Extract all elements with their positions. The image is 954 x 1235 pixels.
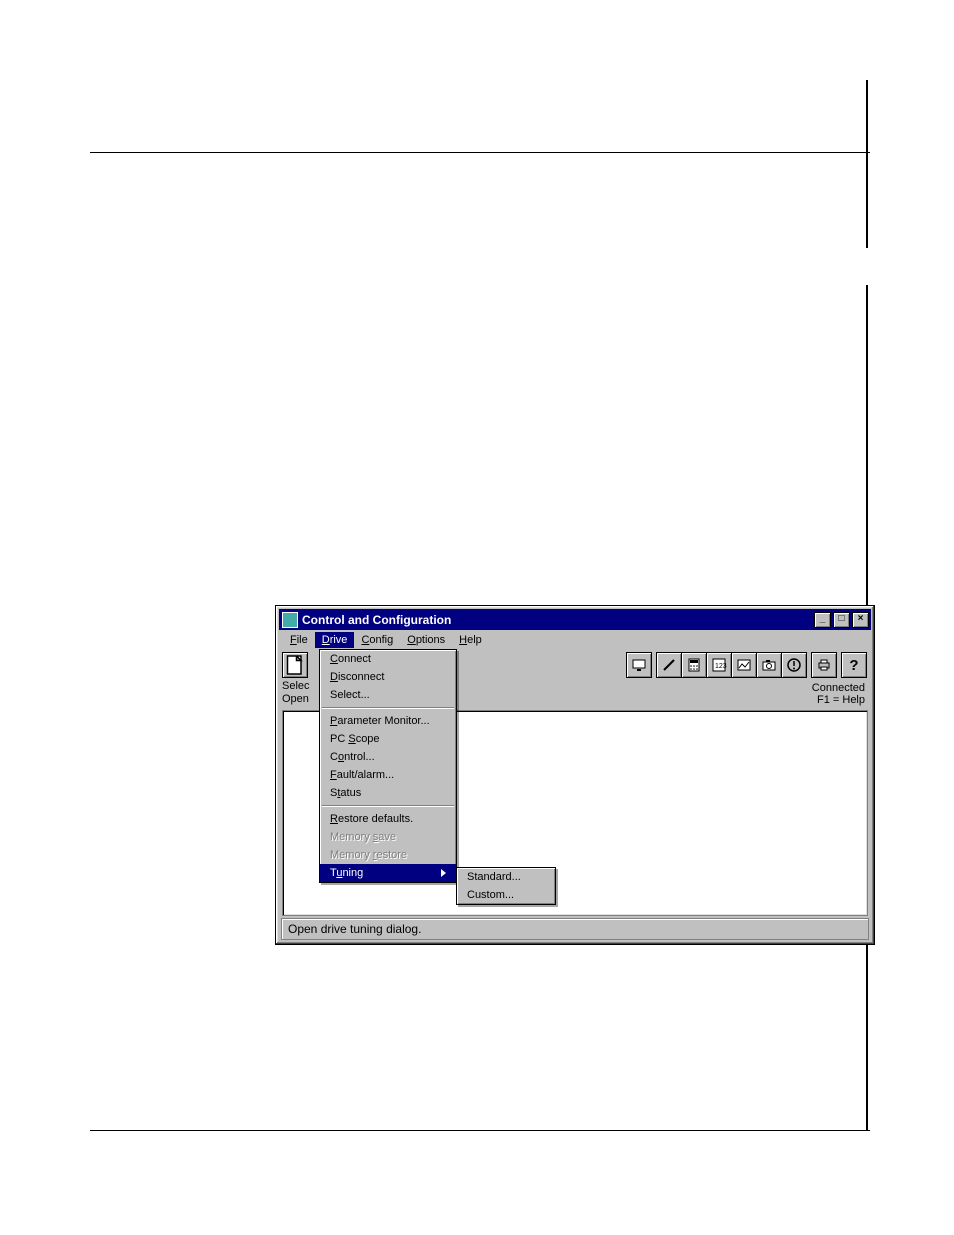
print-button[interactable] <box>811 652 837 678</box>
menubar: File Drive Config Options Help <box>279 630 871 650</box>
new-document-icon <box>283 653 307 677</box>
alert-icon <box>786 657 802 673</box>
menu-item-pc-scope[interactable]: PC Scope <box>320 730 456 748</box>
horizontal-rule <box>90 1130 870 1131</box>
minimize-icon: _ <box>820 613 826 624</box>
left-tool-label: Selec Open <box>282 680 310 706</box>
minimize-button[interactable]: _ <box>814 612 831 628</box>
monitor-button[interactable] <box>626 652 652 678</box>
tuning-submenu: Standard... Custom... <box>456 867 556 905</box>
menu-item-control[interactable]: Control... <box>320 748 456 766</box>
menu-help[interactable]: Help <box>452 632 489 648</box>
chart-button[interactable]: 123 <box>706 652 732 678</box>
menu-item-status[interactable]: Status <box>320 784 456 802</box>
window-title: Control and Configuration <box>302 613 812 627</box>
menu-item-parameter-monitor[interactable]: Parameter Monitor... <box>320 712 456 730</box>
close-icon: × <box>858 613 864 624</box>
menu-item-fault-alarm[interactable]: Fault/alarm... <box>320 766 456 784</box>
titlebar[interactable]: Control and Configuration _ □ × <box>279 609 871 630</box>
connection-status: Connected F1 = Help <box>812 682 865 706</box>
image-icon <box>736 657 752 673</box>
maximize-icon: □ <box>838 613 844 624</box>
submenu-item-custom[interactable]: Custom... <box>457 886 555 904</box>
help-icon: ? <box>849 657 858 674</box>
svg-text:123: 123 <box>715 663 727 670</box>
drive-dropdown: Connect Disconnect Select... Parameter M… <box>319 649 457 883</box>
menu-item-memory-save: Memory save <box>320 828 456 846</box>
close-button[interactable]: × <box>852 612 869 628</box>
calculator-icon <box>686 657 702 673</box>
app-window: Control and Configuration _ □ × File Dri… <box>275 605 875 945</box>
menu-options[interactable]: Options <box>400 632 452 648</box>
menu-item-disconnect[interactable]: Disconnect <box>320 668 456 686</box>
menu-item-connect[interactable]: Connect <box>320 650 456 668</box>
menu-item-tuning[interactable]: Tuning <box>320 864 456 882</box>
menu-separator <box>322 805 454 807</box>
alert-button[interactable] <box>781 652 807 678</box>
monitor-icon <box>631 657 647 673</box>
status-text: Open drive tuning dialog. <box>288 922 421 936</box>
camera-button[interactable] <box>756 652 782 678</box>
pencil-icon <box>661 657 677 673</box>
menu-config[interactable]: Config <box>354 632 400 648</box>
maximize-button[interactable]: □ <box>833 612 850 628</box>
new-button[interactable] <box>282 652 308 678</box>
statusbar: Open drive tuning dialog. <box>281 918 869 940</box>
help-button[interactable]: ? <box>841 652 867 678</box>
menu-file[interactable]: File <box>283 632 315 648</box>
submenu-item-standard[interactable]: Standard... <box>457 868 555 886</box>
submenu-arrow-icon <box>441 869 446 877</box>
menu-drive[interactable]: Drive <box>315 632 355 648</box>
app-icon <box>282 612 298 628</box>
menu-item-restore-defaults[interactable]: Restore defaults. <box>320 810 456 828</box>
left-tool-column: Selec Open <box>279 650 319 708</box>
menu-separator <box>322 707 454 709</box>
calc-button[interactable] <box>681 652 707 678</box>
image-button[interactable] <box>731 652 757 678</box>
horizontal-rule <box>90 152 870 153</box>
rule-gap <box>866 248 868 285</box>
menu-item-select[interactable]: Select... <box>320 686 456 704</box>
chart-icon: 123 <box>711 657 727 673</box>
camera-icon <box>761 657 777 673</box>
menu-item-memory-restore: Memory restore <box>320 846 456 864</box>
pencil-button[interactable] <box>656 652 682 678</box>
printer-icon <box>816 657 832 673</box>
